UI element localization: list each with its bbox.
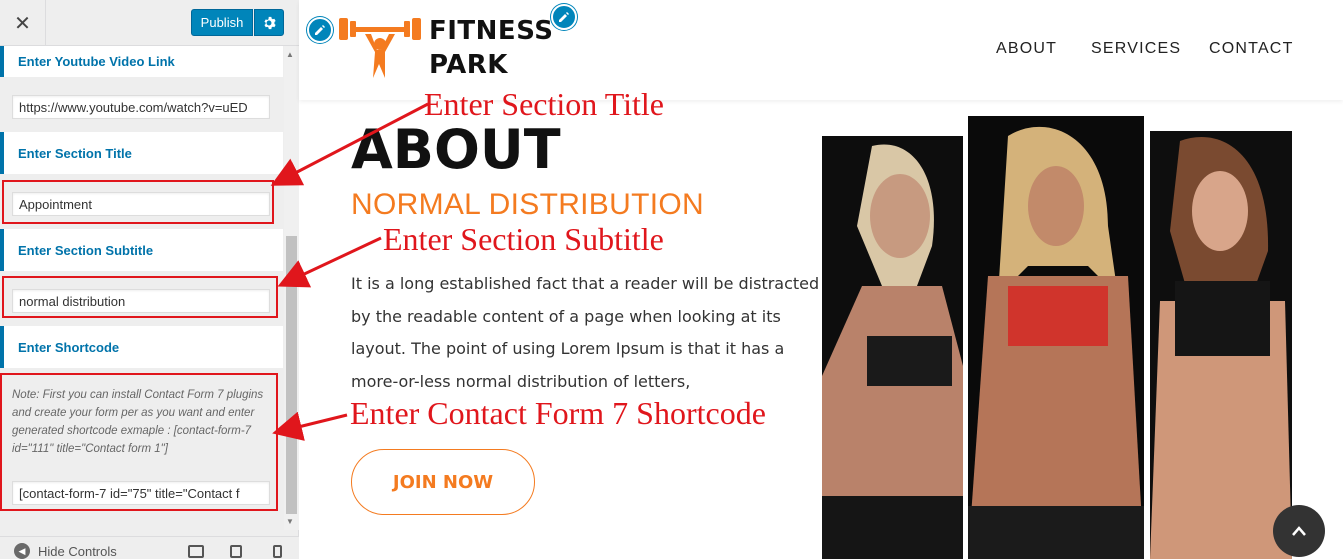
site-logo-text: FITNESS PARK: [429, 14, 553, 82]
logo-icon: [339, 18, 421, 78]
edit-shortcut-title-icon[interactable]: [551, 4, 577, 30]
highlight-title-input: [2, 180, 274, 224]
logo-line-1: FITNESS: [429, 16, 554, 46]
join-now-button[interactable]: JOIN NOW: [351, 449, 535, 515]
customizer-header: ✕ Publish: [0, 0, 299, 46]
youtube-link-input[interactable]: https://www.youtube.com/watch?v=uED: [12, 95, 270, 119]
annotation-section-subtitle: Enter Section Subtitle: [383, 221, 664, 257]
hide-controls-label: Hide Controls: [38, 543, 117, 559]
fitness-photo-left: [822, 136, 963, 559]
customizer-panel: ✕ Publish Enter Youtube Video Link https…: [0, 0, 299, 559]
scroll-up-icon[interactable]: ▲: [286, 50, 294, 59]
about-title: ABOUT: [351, 118, 561, 181]
highlight-shortcode-area: [0, 373, 278, 511]
desktop-icon[interactable]: [188, 545, 204, 558]
customizer-footer: ◀ Hide Controls: [0, 536, 299, 559]
publish-button[interactable]: Publish: [191, 9, 253, 36]
about-subtitle: NORMAL DISTRIBUTION: [351, 188, 704, 221]
mobile-icon[interactable]: [273, 545, 282, 558]
highlight-subtitle-input: [2, 276, 278, 318]
site-header: FITNESS PARK ABOUT SERVICES CONTACT: [299, 0, 1343, 100]
section-subtitle-heading: Enter Section Subtitle: [0, 229, 283, 271]
section-youtube-link[interactable]: Enter Youtube Video Link: [0, 46, 283, 77]
fitness-photo-center: [968, 116, 1144, 559]
section-shortcode-heading: Enter Shortcode: [0, 326, 283, 368]
gear-icon[interactable]: [254, 9, 284, 36]
logo-line-2: PARK: [429, 50, 508, 80]
fitness-photo-right: [1150, 131, 1292, 559]
site-preview: FITNESS PARK ABOUT SERVICES CONTACT ABOU…: [299, 0, 1343, 559]
hide-controls-button[interactable]: ◀ Hide Controls: [14, 543, 117, 559]
scroll-down-icon[interactable]: ▼: [286, 517, 294, 526]
close-icon[interactable]: ✕: [0, 0, 46, 46]
nav-contact[interactable]: CONTACT: [1209, 40, 1294, 58]
edit-shortcut-logo-icon[interactable]: [307, 17, 333, 43]
nav-about[interactable]: ABOUT: [996, 40, 1057, 58]
scroll-to-top-button[interactable]: [1273, 505, 1325, 557]
about-body: It is a long established fact that a rea…: [351, 274, 820, 391]
nav-services[interactable]: SERVICES: [1091, 40, 1181, 58]
section-title-heading: Enter Section Title: [0, 132, 283, 174]
scrollbar-thumb[interactable]: [286, 236, 297, 514]
annotation-section-title: Enter Section Title: [424, 86, 664, 122]
tablet-icon[interactable]: [230, 545, 242, 558]
collapse-icon: ◀: [14, 543, 30, 559]
annotation-shortcode: Enter Contact Form 7 Shortcode: [350, 395, 766, 431]
